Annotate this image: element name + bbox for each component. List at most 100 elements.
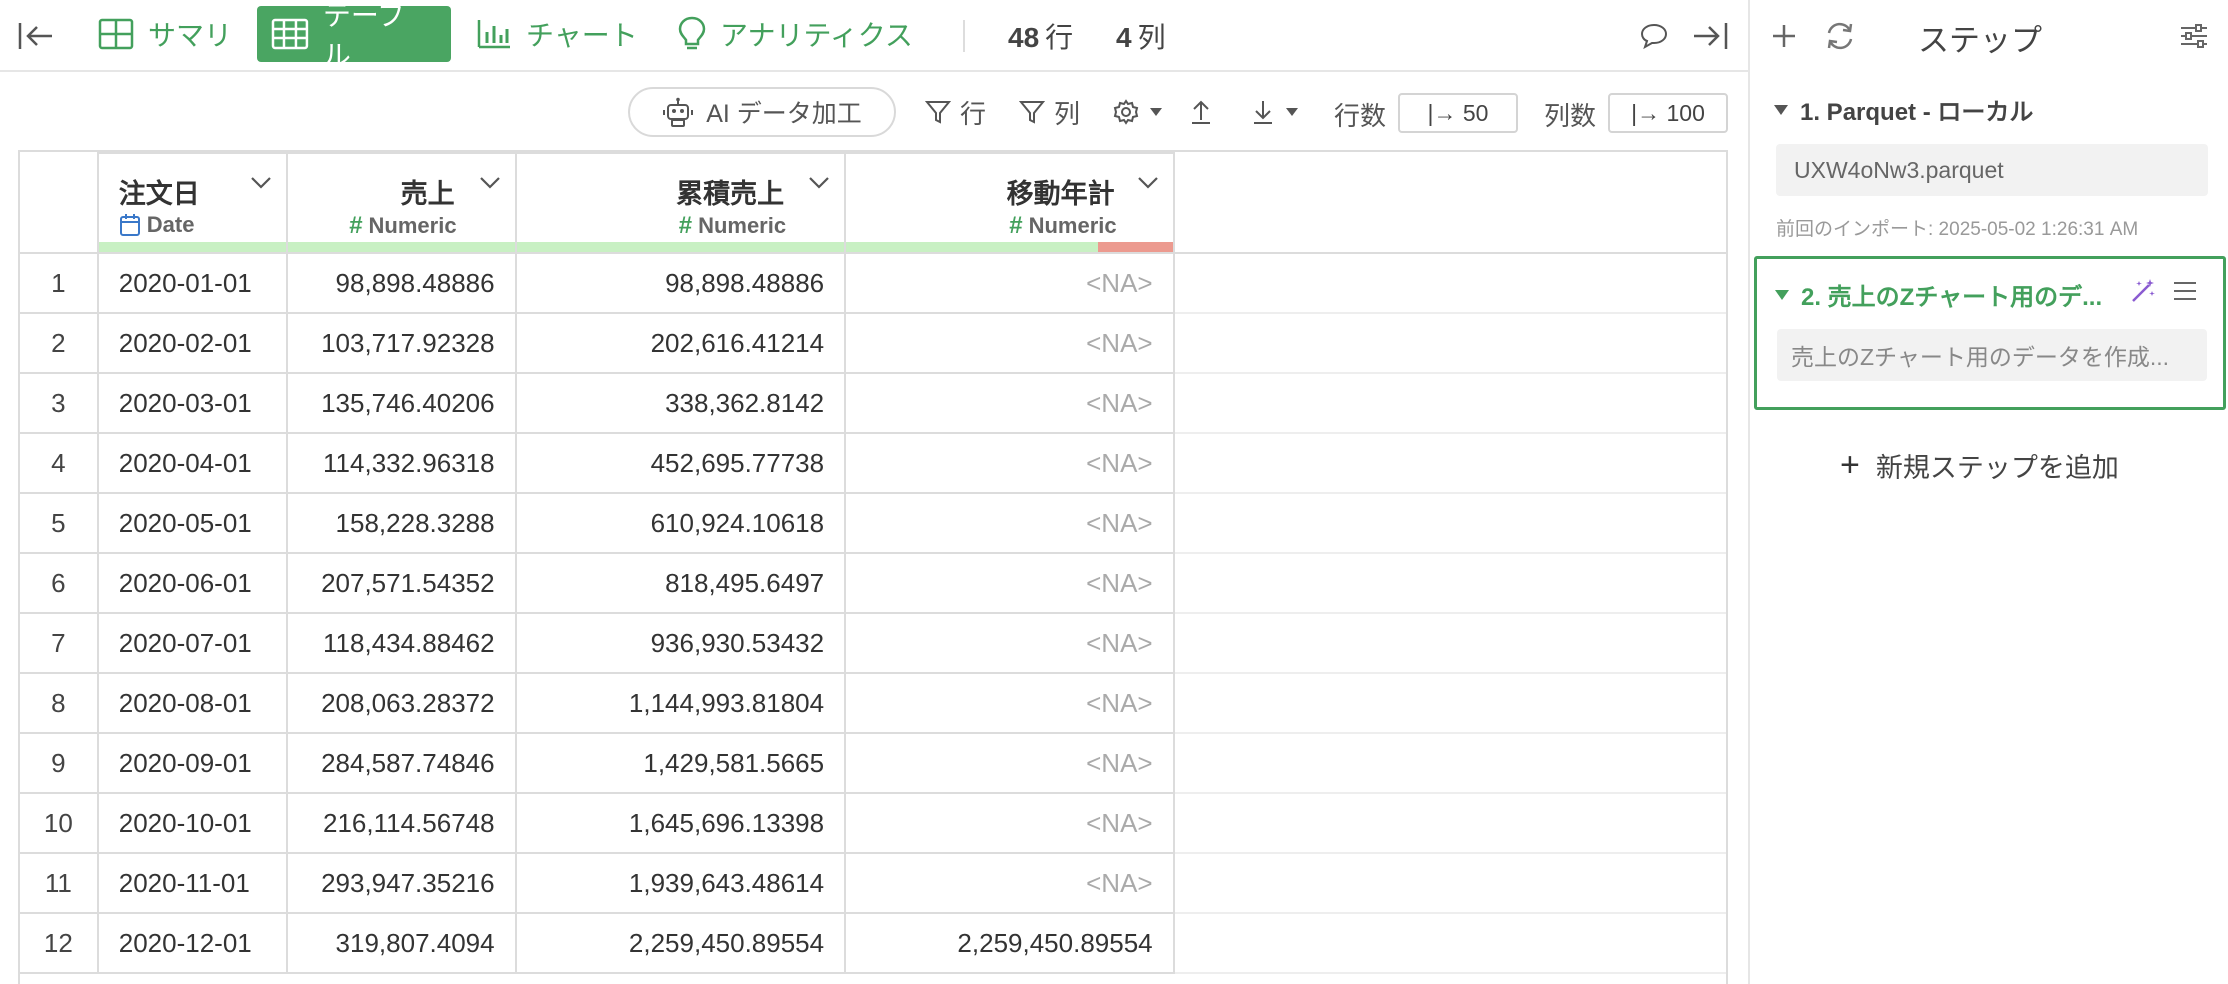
settings-dropdown[interactable] xyxy=(1112,92,1172,132)
table-cell[interactable]: 2020-06-01 xyxy=(96,552,288,614)
menu-icon[interactable] xyxy=(2167,273,2203,309)
table-cell[interactable]: 208,063.28372 xyxy=(285,672,517,734)
sliders-settings-icon[interactable] xyxy=(2172,14,2216,58)
column-header-order-date[interactable]: 注文日 Date xyxy=(96,152,288,254)
table-cell[interactable]: 2020-04-01 xyxy=(96,432,288,494)
column-count-unit: 列 xyxy=(1137,22,1166,53)
table-cell[interactable]: 98,898.48886 xyxy=(285,252,517,314)
magic-wand-icon[interactable] xyxy=(2125,273,2161,309)
column-header-moving-annual-total[interactable]: 移動年計 # Numeric xyxy=(844,152,1175,254)
table-cell[interactable]: 216,114.56748 xyxy=(285,792,517,854)
table-cell[interactable]: 2,259,450.89554 xyxy=(844,912,1175,974)
step-2-description[interactable]: 売上のZチャート用のデータを作成... xyxy=(1777,329,2207,381)
table-cell[interactable]: 103,717.92328 xyxy=(285,312,517,374)
row-number: 2 xyxy=(20,312,99,374)
column-type-label: Date xyxy=(146,212,195,237)
chevron-down-icon[interactable] xyxy=(479,176,501,195)
step-1-import-timestamp: 前回のインポート: 2025-05-02 1:26:31 AM xyxy=(1776,219,2139,240)
table-cell[interactable]: 452,695.77738 xyxy=(514,432,847,494)
column-header-sales[interactable]: 売上 # Numeric xyxy=(285,152,517,254)
table-cell[interactable]: <NA> xyxy=(844,612,1175,674)
table-cell[interactable]: 2020-08-01 xyxy=(96,672,288,734)
table-cell[interactable]: 2020-07-01 xyxy=(96,612,288,674)
empty-cell xyxy=(1172,373,1726,434)
table-cell[interactable]: 818,495.6497 xyxy=(514,552,847,614)
table-cell[interactable]: 2020-09-01 xyxy=(96,732,288,794)
filter-rows-button[interactable]: 行 xyxy=(924,92,986,132)
rows-limit-input[interactable]: |→ 50 xyxy=(1398,93,1518,133)
table-cell[interactable]: <NA> xyxy=(844,252,1175,314)
cols-limit-label: 列数 xyxy=(1544,101,1597,131)
table-cell[interactable]: 338,362.8142 xyxy=(514,372,847,434)
robot-icon xyxy=(663,97,694,127)
ai-data-processing-button[interactable]: AI データ加工 xyxy=(628,87,896,137)
cols-limit-input[interactable]: |→ 100 xyxy=(1608,93,1728,133)
tab-table[interactable]: テーブル xyxy=(257,0,451,71)
row-number: 11 xyxy=(20,852,99,914)
table-cell[interactable]: 1,645,696.13398 xyxy=(514,792,847,854)
table-cell[interactable]: 135,746.40206 xyxy=(285,372,517,434)
table-cell[interactable]: <NA> xyxy=(844,312,1175,374)
collapse-left-icon[interactable] xyxy=(14,14,58,58)
table-cell[interactable]: 207,571.54352 xyxy=(285,552,517,614)
column-count-value: 4 xyxy=(1116,22,1132,53)
table-cell[interactable]: 114,332.96318 xyxy=(285,432,517,494)
table-cell[interactable]: 118,434.88462 xyxy=(285,612,517,674)
table-cell[interactable]: <NA> xyxy=(844,552,1175,614)
table-cell[interactable]: 202,616.41214 xyxy=(514,312,847,374)
collapse-right-icon[interactable] xyxy=(1688,14,1732,58)
tab-chart[interactable]: チャート xyxy=(462,6,656,62)
tab-analytics[interactable]: アナリティクス xyxy=(664,6,931,62)
download-icon xyxy=(1254,101,1272,124)
column-header-cumulative-sales[interactable]: 累積売上 # Numeric xyxy=(514,152,847,254)
table-cell[interactable]: 319,807.4094 xyxy=(285,912,517,974)
table-cell[interactable]: 2020-12-01 xyxy=(96,912,288,974)
table-cell[interactable]: 158,228.3288 xyxy=(285,492,517,554)
table-cell[interactable]: <NA> xyxy=(844,372,1175,434)
empty-header-area xyxy=(1172,153,1726,254)
empty-cell xyxy=(1172,853,1726,914)
table-cell[interactable]: 2020-03-01 xyxy=(96,372,288,434)
table-cell[interactable]: 2020-11-01 xyxy=(96,852,288,914)
table-cell[interactable]: 2020-10-01 xyxy=(96,792,288,854)
table-cell[interactable]: 2020-05-01 xyxy=(96,492,288,554)
step-1-header[interactable]: 1. Parquet - ローカル xyxy=(1774,92,2033,127)
table-cell[interactable]: 2020-02-01 xyxy=(96,312,288,374)
upload-icon[interactable] xyxy=(1188,92,1222,132)
step-2-header[interactable]: 2. 売上のZチャート用のデ... xyxy=(1775,277,2115,312)
table-cell[interactable]: 2020-01-01 xyxy=(96,252,288,314)
hash-icon: # xyxy=(349,212,363,239)
table-cell[interactable]: 98,898.48886 xyxy=(514,252,847,314)
chevron-down-icon[interactable] xyxy=(1137,176,1159,195)
table-cell[interactable]: <NA> xyxy=(844,732,1175,794)
chevron-down-icon[interactable] xyxy=(808,176,830,195)
gear-icon xyxy=(1113,99,1139,125)
quality-bar xyxy=(287,242,515,252)
step-2-label: 2. 売上のZチャート用のデ... xyxy=(1801,284,2103,311)
tab-summary[interactable]: サマリ xyxy=(84,6,250,62)
step-2-card[interactable]: 2. 売上のZチャート用のデ... 売上のZチャート用のデータを作成... xyxy=(1754,256,2226,410)
table-cell[interactable]: <NA> xyxy=(844,852,1175,914)
add-new-step-button[interactable]: + 新規ステップを追加 xyxy=(1840,446,2119,485)
table-cell[interactable]: 1,429,581.5665 xyxy=(514,732,847,794)
steps-panel-title: ステップ xyxy=(1918,23,2042,58)
refresh-icon[interactable] xyxy=(1818,14,1862,58)
table-cell[interactable]: 284,587.74846 xyxy=(285,732,517,794)
row-number: 1 xyxy=(20,252,99,314)
filter-columns-button[interactable]: 列 xyxy=(1018,92,1080,132)
chevron-down-icon[interactable] xyxy=(250,176,272,195)
table-cell[interactable]: 1,939,643.48614 xyxy=(514,852,847,914)
table-cell[interactable]: <NA> xyxy=(844,792,1175,854)
bar-chart-icon xyxy=(477,20,510,49)
table-cell[interactable]: 2,259,450.89554 xyxy=(514,912,847,974)
table-cell[interactable]: <NA> xyxy=(844,492,1175,554)
comment-icon[interactable] xyxy=(1632,14,1676,58)
download-dropdown[interactable] xyxy=(1250,92,1308,132)
table-cell[interactable]: <NA> xyxy=(844,672,1175,734)
table-cell[interactable]: 936,930.53432 xyxy=(514,612,847,674)
add-step-icon[interactable] xyxy=(1762,14,1806,58)
table-cell[interactable]: 293,947.35216 xyxy=(285,852,517,914)
table-cell[interactable]: <NA> xyxy=(844,432,1175,494)
table-cell[interactable]: 1,144,993.81804 xyxy=(514,672,847,734)
table-cell[interactable]: 610,924.10618 xyxy=(514,492,847,554)
